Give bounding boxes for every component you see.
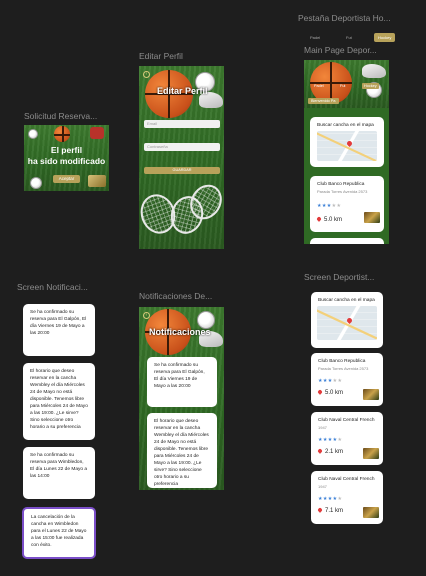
frame-title-screen-notif[interactable]: Screen Notificaci... bbox=[17, 282, 101, 292]
tab-fut[interactable]: Fut bbox=[346, 35, 352, 40]
notification-card-selected[interactable]: La cancelación de la cancha en Wimbledon… bbox=[22, 507, 96, 559]
password-field[interactable]: Contraseña bbox=[144, 143, 220, 151]
frame-title-main[interactable]: Main Page Depor... bbox=[304, 45, 394, 55]
venue-thumbnail bbox=[363, 448, 379, 459]
solicitud-line1: El perfil bbox=[50, 145, 83, 155]
frame-title-notif-dep[interactable]: Notificaciones De... bbox=[139, 291, 229, 301]
rating-stars: ★★★★★ bbox=[318, 436, 343, 443]
notification-card[interactable]: Se ha confirmado su reserva para El Galp… bbox=[23, 304, 95, 356]
editar-title: Editar Perfil bbox=[157, 86, 208, 96]
venue-card[interactable]: Club Banco Republica Parada Torres Aveni… bbox=[311, 353, 383, 406]
venue-card[interactable]: Club Banco Republica Parada Torres Aveni… bbox=[310, 176, 384, 232]
soccer-ball-image-2 bbox=[30, 177, 42, 189]
solicitud-frame: El perfil ha sido modificado Aceptar bbox=[24, 125, 109, 191]
soccer-ball-image bbox=[28, 129, 38, 139]
venue-card-2[interactable] bbox=[310, 238, 384, 244]
main-tab-fut[interactable]: Fut bbox=[340, 84, 346, 88]
equipment-image bbox=[90, 127, 104, 139]
map-pin-icon bbox=[345, 139, 354, 148]
venue-thumbnail bbox=[363, 507, 379, 518]
editar-perfil-frame: ‹ Editar Perfil Email Contraseña GUARDAR bbox=[139, 66, 224, 249]
email-field[interactable]: Email bbox=[144, 120, 220, 128]
distance-value: 5.0 km bbox=[325, 390, 344, 396]
frame-title-screen-dep[interactable]: Screen Deportist... bbox=[304, 272, 394, 282]
location-pin-icon bbox=[316, 216, 322, 222]
search-map-card[interactable]: Buscar cancha en el mapa bbox=[311, 292, 383, 348]
map-pin-icon bbox=[345, 316, 354, 325]
venue-address: Parada Torres Avenida 2573 bbox=[317, 188, 368, 194]
notif-dep-frame: ‹ Notificaciones Se ha confirmado su res… bbox=[139, 307, 224, 490]
tab-hockey[interactable]: Hockey bbox=[374, 33, 396, 42]
frame-title-solicitud[interactable]: Solicitud Reserva... bbox=[24, 111, 108, 121]
venue-address: Parada Torres Avenida 2573 bbox=[318, 365, 369, 371]
distance-value: 2.1 km bbox=[325, 449, 344, 455]
venue-address: 1947 bbox=[318, 483, 327, 489]
accept-button[interactable]: Aceptar bbox=[53, 175, 80, 183]
main-tab-padel[interactable]: Padel bbox=[314, 84, 324, 88]
shoe-image bbox=[362, 64, 386, 78]
notification-card[interactable]: El horario que deseo reservar en la canc… bbox=[23, 363, 95, 440]
location-pin-icon bbox=[317, 507, 323, 513]
map-image[interactable] bbox=[317, 131, 377, 161]
save-button[interactable]: GUARDAR bbox=[144, 167, 220, 174]
notif-title: Notificaciones bbox=[149, 327, 211, 337]
venue-address: 1947 bbox=[318, 424, 327, 430]
search-map-card[interactable]: Buscar cancha en el mapa bbox=[310, 117, 384, 167]
main-header-image: Padel Fut Hockey Bienvenido Pa bbox=[304, 60, 389, 108]
venue-thumbnail bbox=[364, 212, 380, 223]
pestana-tab-bar: Padel Fut Hockey bbox=[304, 32, 402, 44]
venue-card[interactable]: Club Naval Central French 1947 ★★★★★ 2.1… bbox=[311, 412, 383, 465]
main-tab-hockey[interactable]: Hockey bbox=[362, 83, 379, 89]
venue-card[interactable]: Club Naval Central French 1947 ★★★★★ 7.1… bbox=[311, 471, 383, 524]
tab-padel[interactable]: Padel bbox=[310, 35, 320, 40]
rating-stars: ★★★★★ bbox=[318, 495, 343, 502]
venue-thumbnail bbox=[363, 389, 379, 400]
map-image[interactable] bbox=[317, 306, 377, 340]
back-icon[interactable]: ‹ bbox=[143, 71, 150, 78]
notification-card[interactable]: Se ha confirmado su reserva para El Galp… bbox=[147, 357, 217, 407]
back-icon[interactable]: ‹ bbox=[143, 312, 150, 319]
venue-name: Club Banco Republica bbox=[317, 182, 365, 187]
venue-name: Club Naval Central French bbox=[318, 418, 375, 423]
notification-card[interactable]: Se ha confirmado su reserva para Wimbled… bbox=[23, 447, 95, 499]
location-pin-icon bbox=[317, 389, 323, 395]
basketball-image bbox=[54, 126, 70, 142]
equipment-image-2 bbox=[88, 175, 106, 187]
distance-value: 5.0 km bbox=[324, 217, 343, 223]
venue-name: Club Banco Republica bbox=[318, 359, 366, 364]
welcome-label: Bienvenido Pa bbox=[308, 98, 339, 104]
solicitud-line2: ha sido modificado bbox=[27, 156, 106, 166]
search-label: Buscar cancha en el mapa bbox=[318, 298, 375, 303]
notification-card[interactable]: El horario que deseo reservar en la canc… bbox=[147, 413, 217, 488]
rating-stars: ★★★★★ bbox=[318, 377, 343, 384]
frame-title-pestana[interactable]: Pestaña Deportista Ho... bbox=[298, 13, 406, 23]
search-label: Buscar cancha en el mapa bbox=[317, 123, 374, 128]
distance-value: 7.1 km bbox=[325, 508, 344, 514]
location-pin-icon bbox=[317, 448, 323, 454]
venue-name: Club Naval Central French bbox=[318, 477, 375, 482]
rating-stars: ★★★★★ bbox=[317, 202, 342, 209]
frame-title-editar[interactable]: Editar Perfil bbox=[139, 51, 183, 61]
main-page-frame: Padel Fut Hockey Bienvenido Pa Buscar ca… bbox=[304, 60, 389, 244]
